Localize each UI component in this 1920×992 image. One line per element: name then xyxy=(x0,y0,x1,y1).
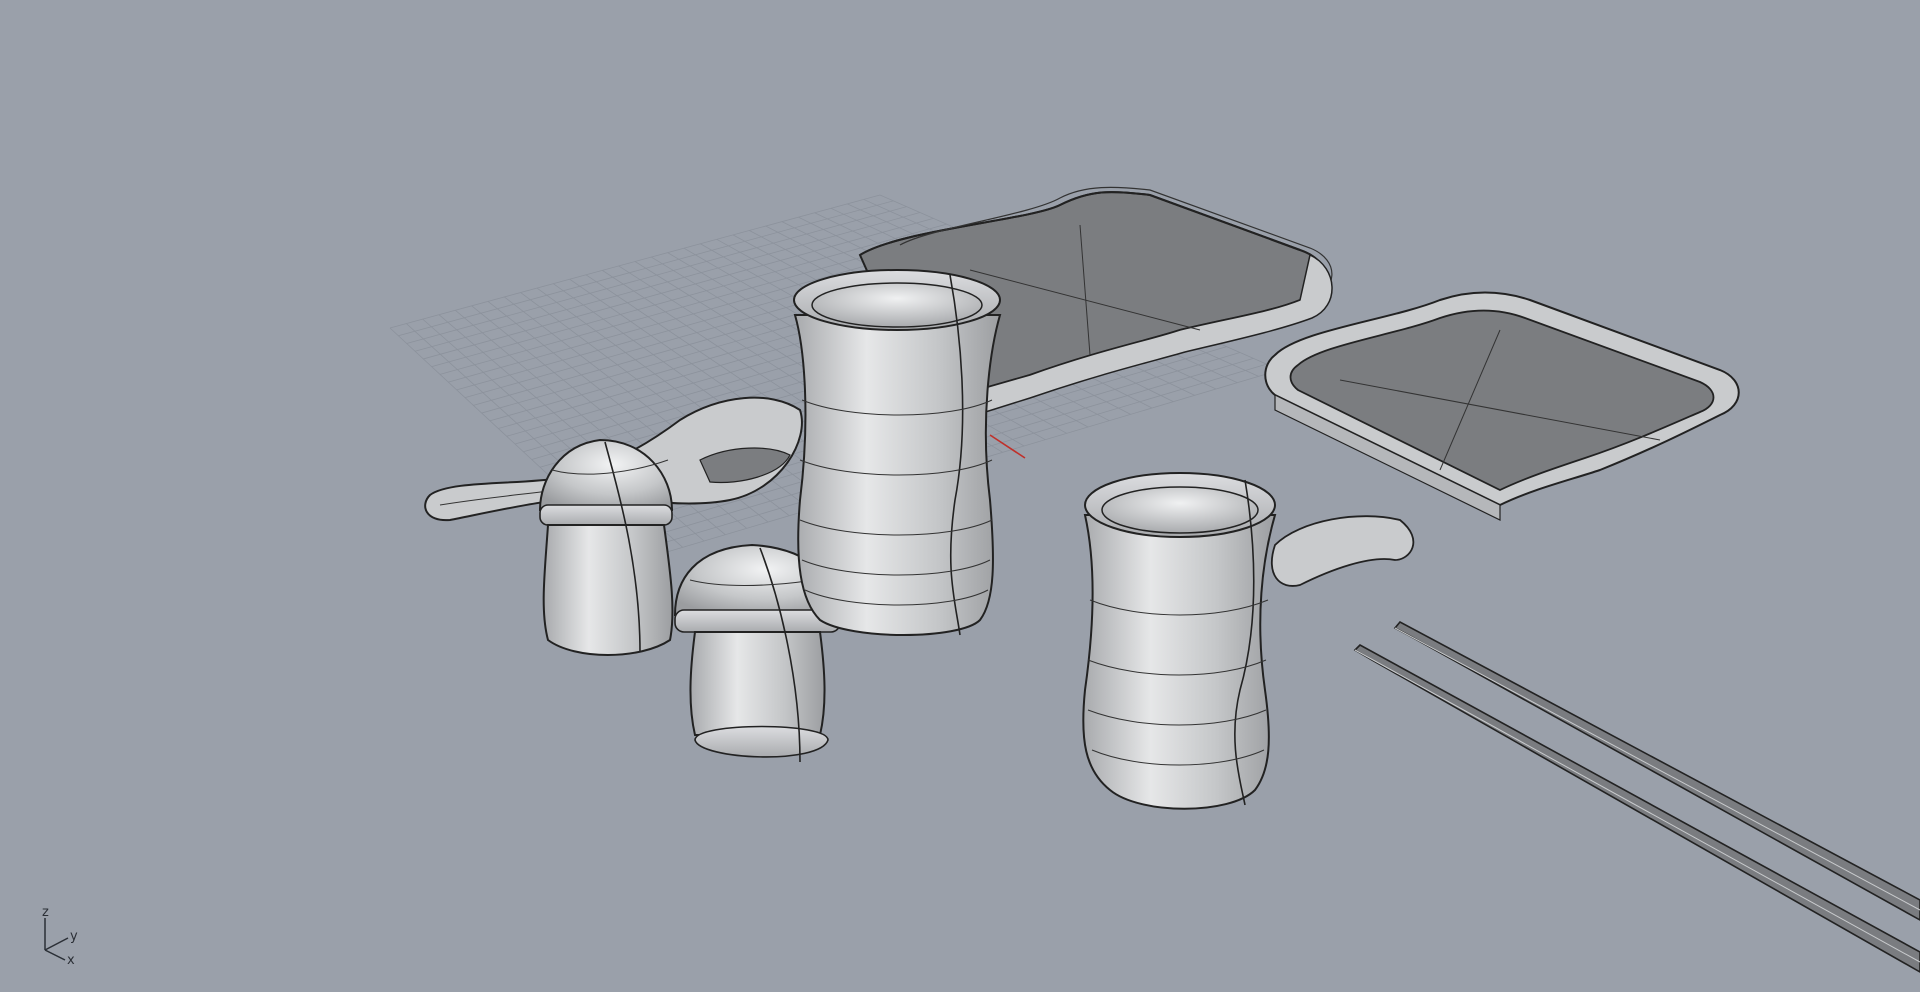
mug-with-handle[interactable] xyxy=(1082,472,1415,810)
viewport-perspective[interactable]: z y x xyxy=(0,0,1920,992)
chopsticks[interactable] xyxy=(1353,620,1920,973)
salt-shaker[interactable] xyxy=(538,438,674,656)
y-axis-label: y xyxy=(70,929,78,944)
x-axis-label: x xyxy=(67,953,75,968)
small-tray[interactable] xyxy=(1264,291,1740,521)
z-axis-label: z xyxy=(42,905,49,920)
tall-cup[interactable] xyxy=(793,269,1002,636)
axis-indicator: z y x xyxy=(42,905,78,968)
scene-canvas[interactable]: z y x xyxy=(0,0,1920,992)
